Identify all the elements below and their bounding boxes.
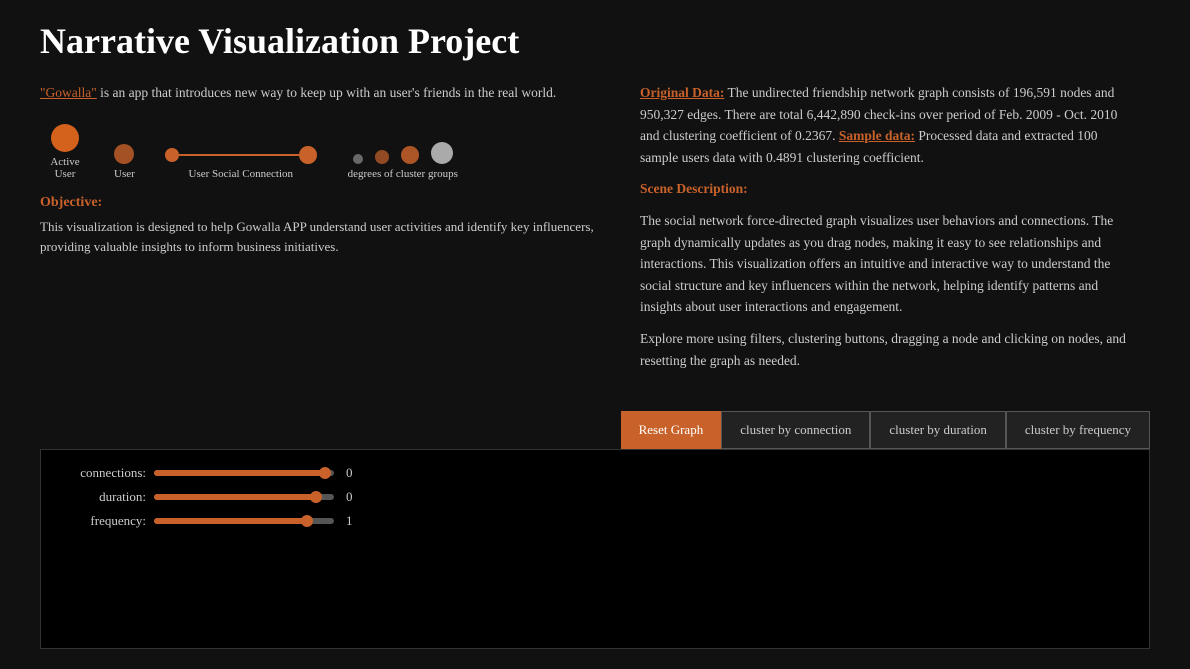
graph-area[interactable]: connections: 0 duration: 0 — [40, 449, 1150, 649]
connections-filter: connections: 0 — [56, 465, 376, 481]
page-title: Narrative Visualization Project — [40, 20, 1150, 62]
cluster-by-connection-button[interactable]: cluster by connection — [721, 411, 870, 449]
legend-user: User — [114, 144, 135, 180]
legend-active-user: Active User — [40, 124, 90, 180]
cluster-buttons-row: Reset Graph cluster by connection cluste… — [40, 411, 1150, 449]
duration-slider[interactable] — [154, 494, 334, 500]
objective-section: Objective: This visualization is designe… — [40, 195, 600, 259]
gowalla-link[interactable]: "Gowalla" — [40, 85, 97, 100]
frequency-label: frequency: — [56, 513, 146, 529]
legend-active-user-label: Active User — [40, 156, 90, 180]
legend-social-connection-label: User Social Connection — [189, 168, 293, 180]
degree-2-dot — [375, 150, 389, 164]
connection-start-dot — [165, 148, 179, 162]
legend-degrees: degrees of cluster groups — [347, 142, 459, 180]
right-panel: Original Data: The undirected friendship… — [640, 82, 1130, 381]
cluster-by-frequency-button[interactable]: cluster by frequency — [1006, 411, 1150, 449]
degree-3-dot — [401, 146, 419, 164]
legend-social-connection: User Social Connection — [165, 146, 317, 180]
scene-text: The social network force-directed graph … — [640, 210, 1130, 318]
active-user-dot — [51, 124, 79, 152]
connections-fill — [154, 470, 325, 476]
bottom-section: Reset Graph cluster by connection cluste… — [40, 411, 1150, 649]
legend-degrees-label: degrees of cluster groups — [348, 168, 458, 180]
connections-value: 0 — [346, 465, 353, 481]
filter-row: connections: 0 duration: 0 — [56, 465, 376, 529]
objective-title: Objective: — [40, 195, 600, 211]
frequency-fill — [154, 518, 307, 524]
scene-label-para: Scene Description: — [640, 178, 1130, 200]
explore-text: Explore more using filters, clustering b… — [640, 328, 1130, 371]
original-data-label: Original Data: — [640, 85, 724, 100]
duration-fill — [154, 494, 316, 500]
frequency-filter: frequency: 1 — [56, 513, 376, 529]
duration-value: 0 — [346, 489, 353, 505]
user-dot — [114, 144, 134, 164]
cluster-by-duration-button[interactable]: cluster by duration — [870, 411, 1005, 449]
connections-thumb[interactable] — [319, 467, 331, 479]
objective-text: This visualization is designed to help G… — [40, 217, 600, 259]
reset-graph-button[interactable]: Reset Graph — [621, 411, 722, 449]
frequency-thumb[interactable] — [301, 515, 313, 527]
connections-slider[interactable] — [154, 470, 334, 476]
duration-thumb[interactable] — [310, 491, 322, 503]
connection-line — [179, 154, 299, 156]
duration-label: duration: — [56, 489, 146, 505]
connection-end-dot — [299, 146, 317, 164]
connections-label: connections: — [56, 465, 146, 481]
duration-filter: duration: 0 — [56, 489, 376, 505]
scene-description-label: Scene Description: — [640, 181, 748, 196]
legend-user-label: User — [114, 168, 135, 180]
frequency-value: 1 — [346, 513, 353, 529]
intro-text: "Gowalla" is an app that introduces new … — [40, 82, 600, 104]
degree-1-dot — [353, 154, 363, 164]
sample-data-label: Sample data: — [839, 128, 915, 143]
legend-container: Active User User User Social — [40, 124, 600, 180]
degree-4-dot — [431, 142, 453, 164]
frequency-slider[interactable] — [154, 518, 334, 524]
original-data-para: Original Data: The undirected friendship… — [640, 82, 1130, 168]
